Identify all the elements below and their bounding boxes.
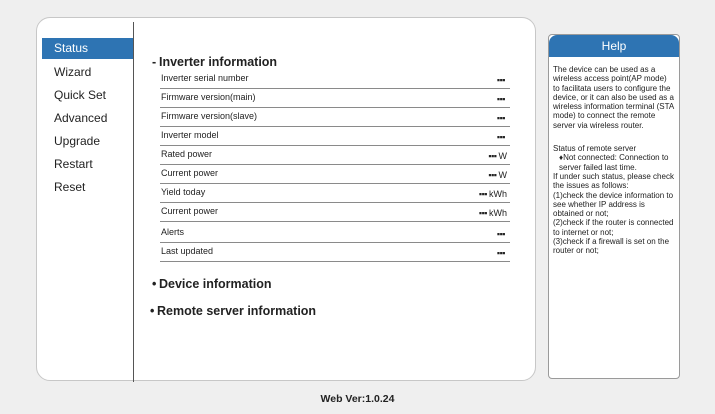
row-value: ▪▪▪: [496, 248, 506, 258]
help-check-1: (1)check the device information to see w…: [553, 190, 674, 219]
row-unit: W: [498, 170, 508, 180]
help-title: Help: [549, 35, 679, 57]
web-version: Web Ver:1.0.24: [320, 393, 395, 405]
row-unit: kWh: [489, 189, 507, 199]
table-row: Alerts ▪▪▪: [160, 224, 510, 243]
sidebar-nav: Status Wizard Quick Set Advanced Upgrade…: [42, 38, 133, 200]
row-value: ▪▪▪: [496, 113, 506, 123]
row-unit: W: [498, 151, 508, 161]
row-label: Inverter model: [161, 130, 219, 140]
row-value: ▪▪▪: [496, 94, 506, 104]
table-row: Last updated ▪▪▪: [160, 243, 510, 262]
row-label: Yield today: [161, 187, 206, 197]
help-status-heading: Status of remote server: [553, 144, 637, 154]
row-label: Current power: [161, 206, 219, 216]
inverter-section-header[interactable]: - Inverter information: [152, 55, 277, 69]
row-value: ▪▪▪: [496, 75, 506, 85]
row-label: Firmware version(main): [161, 92, 256, 102]
remote-section-header[interactable]: • Remote server information: [150, 304, 316, 318]
row-label: Firmware version(slave): [161, 111, 258, 121]
table-row: Inverter serial number ▪▪▪: [160, 70, 510, 89]
row-value: ▪▪▪: [478, 189, 488, 199]
table-row: Yield today ▪▪▪ kWh: [160, 184, 510, 203]
help-panel: Help The device can be used as a wireles…: [548, 34, 680, 379]
remote-section-title: Remote server information: [157, 304, 317, 318]
table-row: Firmware version(slave) ▪▪▪: [160, 108, 510, 127]
expand-dot-icon: •: [150, 304, 155, 318]
collapse-dash-icon: -: [152, 55, 157, 69]
sidebar-item-wizard[interactable]: Wizard: [42, 62, 133, 83]
row-label: Rated power: [161, 149, 213, 159]
sidebar-item-quick-set[interactable]: Quick Set: [42, 85, 133, 106]
device-section-header[interactable]: • Device information: [152, 277, 272, 291]
table-row: Current power ▪▪▪ kWh: [160, 203, 510, 222]
sidebar-divider: [133, 22, 134, 382]
sidebar-item-status[interactable]: Status: [42, 38, 133, 59]
sidebar-item-upgrade[interactable]: Upgrade: [42, 131, 133, 152]
device-section-title: Device information: [159, 277, 272, 291]
row-value: ▪▪▪: [478, 208, 488, 218]
table-row: Current power ▪▪▪ W: [160, 165, 510, 184]
row-value: ▪▪▪: [496, 229, 506, 239]
row-label: Alerts: [161, 227, 185, 237]
help-not-connected: ♦Not connected: Connection to server fai…: [559, 153, 669, 172]
help-intro-text: The device can be used as a wireless acc…: [553, 65, 674, 130]
row-label: Last updated: [161, 246, 214, 256]
table-row: Firmware version(main) ▪▪▪: [160, 89, 510, 108]
row-value: ▪▪▪: [488, 151, 497, 161]
sidebar-item-restart[interactable]: Restart: [42, 154, 133, 175]
row-unit: kWh: [489, 208, 507, 218]
help-body: The device can be used as a wireless acc…: [549, 57, 679, 256]
table-row: Inverter model ▪▪▪: [160, 127, 510, 146]
table-row: Rated power ▪▪▪ W: [160, 146, 510, 165]
row-value: ▪▪▪: [488, 170, 497, 180]
help-check-2: (2)check if the router is connected to i…: [553, 218, 674, 237]
sidebar-item-reset[interactable]: Reset: [42, 177, 133, 198]
sidebar-item-advanced[interactable]: Advanced: [42, 108, 133, 129]
row-label: Inverter serial number: [161, 73, 249, 83]
row-value: ▪▪▪: [496, 132, 506, 142]
expand-dot-icon: •: [152, 277, 157, 291]
help-issues-intro: If under such status, please check the i…: [553, 171, 674, 191]
row-label: Current power: [161, 168, 219, 178]
help-check-3: (3)check if a firewall is set on the rou…: [553, 237, 670, 256]
inverter-section-title: Inverter information: [159, 55, 278, 69]
